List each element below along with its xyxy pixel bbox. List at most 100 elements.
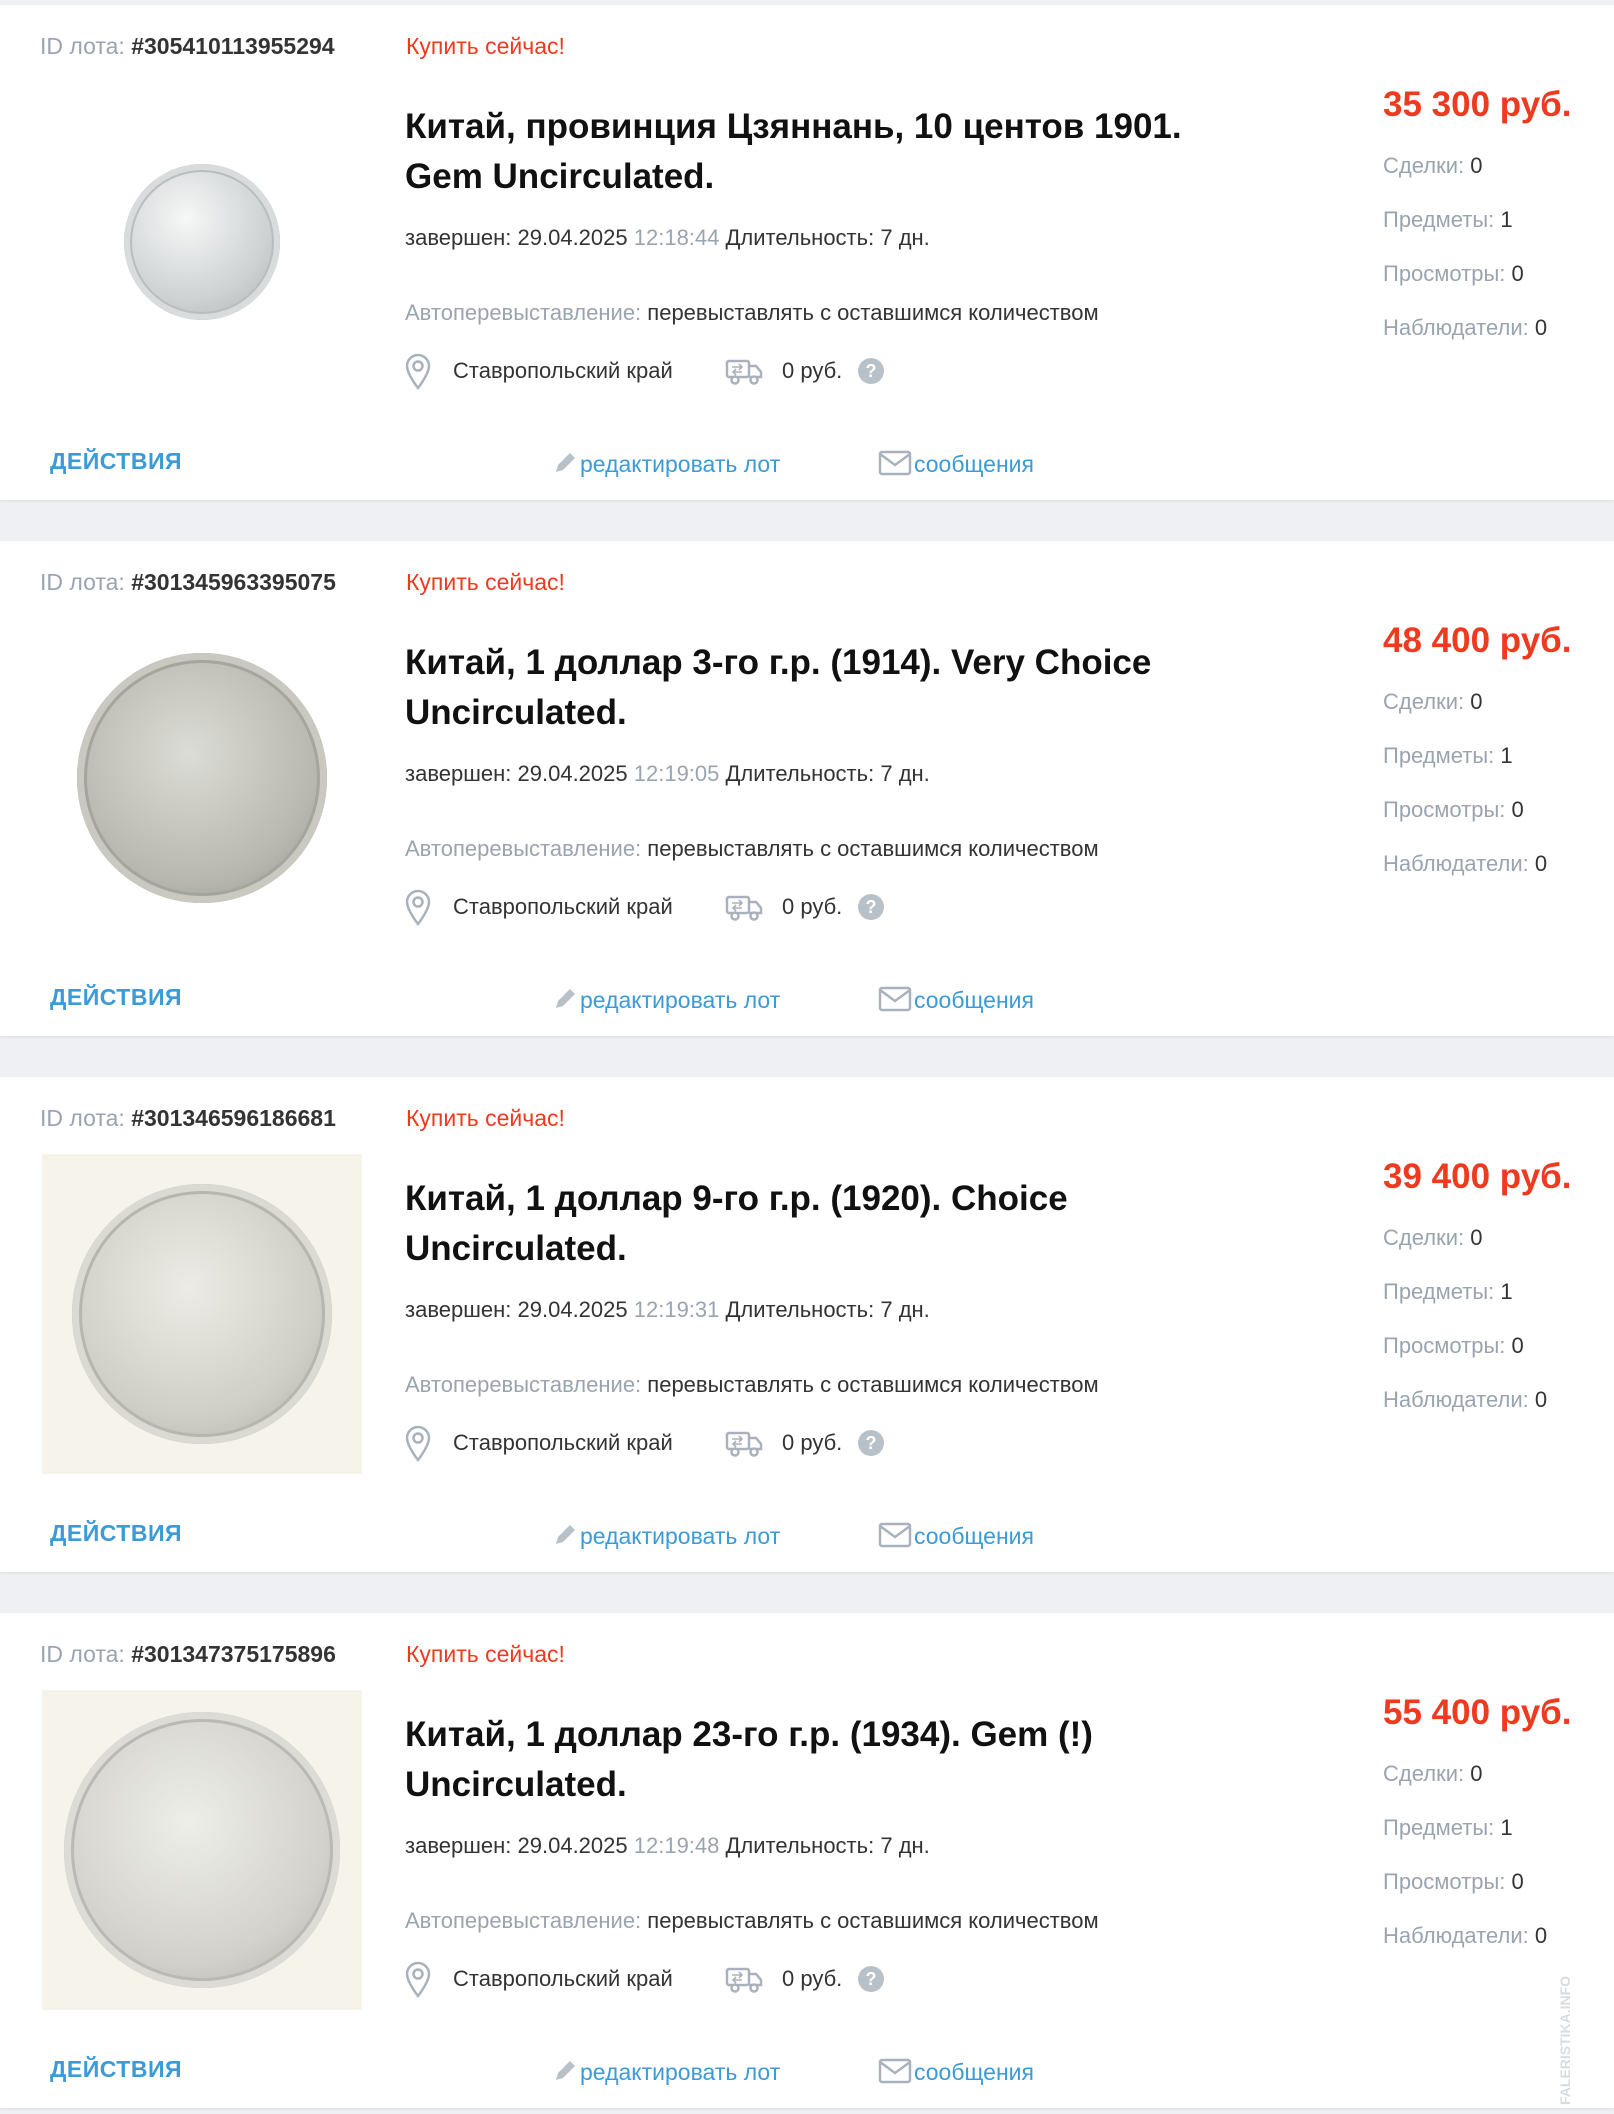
actions-menu[interactable]: ДЕЙСТВИЯ	[50, 448, 182, 475]
coin-image	[77, 653, 327, 903]
buy-now-badge: Купить сейчас!	[406, 569, 565, 595]
svg-text:?: ?	[866, 897, 877, 917]
stat-watchers: Наблюдатели: 0	[1383, 315, 1548, 340]
messages-link[interactable]: сообщения	[878, 986, 1034, 1014]
shipping-cost: 0 руб.	[782, 1966, 843, 1991]
shipping-cost: 0 руб.	[782, 894, 843, 919]
pencil-icon	[556, 1525, 575, 1544]
pencil-icon	[556, 453, 575, 472]
lot-location: Ставропольский край	[453, 1430, 673, 1455]
lot-price: 35 300 руб.	[1383, 85, 1572, 124]
lot-relist: Автоперевыставление: перевыставлять с ос…	[405, 1908, 1099, 1933]
coin-image	[64, 1712, 340, 1988]
lot-price: 48 400 руб.	[1383, 621, 1572, 660]
buy-now-badge: Купить сейчас!	[406, 33, 565, 59]
stat-deals: Сделки: 0	[1383, 1225, 1483, 1250]
lot-title[interactable]: Китай, 1 доллар 9-го г.р. (1920). Choice…	[405, 1174, 1205, 1274]
stat-deals: Сделки: 0	[1383, 689, 1483, 714]
coin-image	[72, 1184, 332, 1444]
pencil-icon	[556, 989, 575, 1008]
actions-menu[interactable]: ДЕЙСТВИЯ	[50, 1520, 182, 1547]
lot-location: Ставропольский край	[453, 1966, 673, 1991]
edit-lot-link[interactable]: редактировать лот	[552, 986, 780, 1014]
stat-watchers: Наблюдатели: 0	[1383, 851, 1548, 876]
lot-list: ID лота: #305410113955294 Купить сейчас!…	[0, 0, 1614, 2114]
actions-menu[interactable]: ДЕЙСТВИЯ	[50, 984, 182, 1011]
stat-views: Просмотры: 0	[1383, 797, 1524, 822]
map-pin-icon	[405, 1961, 431, 2005]
lot-relist: Автоперевыставление: перевыставлять с ос…	[405, 836, 1099, 861]
messages-link[interactable]: сообщения	[878, 2058, 1034, 2086]
lot-price: 39 400 руб.	[1383, 1157, 1572, 1196]
edit-lot-link[interactable]: редактировать лот	[552, 2058, 780, 2086]
envelope-icon	[878, 986, 912, 1012]
lot-card: ID лота: #301347375175896 Купить сейчас!…	[0, 1613, 1614, 2108]
envelope-icon	[878, 2058, 912, 2084]
svg-text:?: ?	[866, 361, 877, 381]
lot-image[interactable]	[42, 82, 362, 402]
lot-ended: завершен: 29.04.2025 12:19:48 Длительнос…	[405, 1833, 930, 1858]
lot-title[interactable]: Китай, 1 доллар 3-го г.р. (1914). Very C…	[405, 638, 1205, 738]
lot-ended: завершен: 29.04.2025 12:18:44 Длительнос…	[405, 225, 930, 250]
delivery-truck-icon	[725, 357, 763, 393]
stat-views: Просмотры: 0	[1383, 261, 1524, 286]
lot-location: Ставропольский край	[453, 894, 673, 919]
messages-link[interactable]: сообщения	[878, 1522, 1034, 1550]
question-circle-icon[interactable]: ?	[857, 893, 885, 927]
messages-label: сообщения	[914, 451, 1034, 477]
lot-title[interactable]: Китай, провинция Цзяннань, 10 центов 190…	[405, 102, 1205, 202]
stat-watchers: Наблюдатели: 0	[1383, 1387, 1548, 1412]
lot-price: 55 400 руб.	[1383, 1693, 1572, 1732]
buy-now-badge: Купить сейчас!	[406, 1641, 565, 1667]
edit-lot-label: редактировать лот	[580, 451, 781, 477]
lot-card: ID лота: #305410113955294 Купить сейчас!…	[0, 5, 1614, 500]
svg-text:?: ?	[866, 1969, 877, 1989]
lot-image[interactable]	[42, 1154, 362, 1474]
delivery-truck-icon	[725, 1429, 763, 1465]
svg-text:?: ?	[866, 1433, 877, 1453]
lot-image[interactable]	[42, 618, 362, 938]
shipping-cost: 0 руб.	[782, 358, 843, 383]
edit-lot-link[interactable]: редактировать лот	[552, 450, 780, 478]
lot-image[interactable]	[42, 1690, 362, 2010]
edit-lot-label: редактировать лот	[580, 2059, 781, 2085]
stat-items: Предметы: 1	[1383, 1279, 1513, 1304]
messages-label: сообщения	[914, 1523, 1034, 1549]
pencil-icon	[556, 2061, 575, 2080]
edit-lot-link[interactable]: редактировать лот	[552, 1522, 780, 1550]
actions-menu[interactable]: ДЕЙСТВИЯ	[50, 2056, 182, 2083]
shipping-cost: 0 руб.	[782, 1430, 843, 1455]
stat-items: Предметы: 1	[1383, 1815, 1513, 1840]
map-pin-icon	[405, 353, 431, 397]
stat-items: Предметы: 1	[1383, 743, 1513, 768]
question-circle-icon[interactable]: ?	[857, 357, 885, 391]
coin-image	[124, 164, 280, 320]
lot-id: ID лота: #301346596186681	[40, 1105, 336, 1131]
messages-label: сообщения	[914, 987, 1034, 1013]
envelope-icon	[878, 450, 912, 476]
stat-deals: Сделки: 0	[1383, 153, 1483, 178]
lot-card: ID лота: #301345963395075 Купить сейчас!…	[0, 541, 1614, 1036]
map-pin-icon	[405, 889, 431, 933]
question-circle-icon[interactable]: ?	[857, 1965, 885, 1999]
lot-ended: завершен: 29.04.2025 12:19:31 Длительнос…	[405, 1297, 930, 1322]
lot-id: ID лота: #301347375175896	[40, 1641, 336, 1667]
lot-ended: завершен: 29.04.2025 12:19:05 Длительнос…	[405, 761, 930, 786]
stat-deals: Сделки: 0	[1383, 1761, 1483, 1786]
stat-items: Предметы: 1	[1383, 207, 1513, 232]
lot-relist: Автоперевыставление: перевыставлять с ос…	[405, 300, 1099, 325]
delivery-truck-icon	[725, 893, 763, 929]
buy-now-badge: Купить сейчас!	[406, 1105, 565, 1131]
envelope-icon	[878, 1522, 912, 1548]
messages-label: сообщения	[914, 2059, 1034, 2085]
lot-card: ID лота: #301346596186681 Купить сейчас!…	[0, 1077, 1614, 1572]
stat-views: Просмотры: 0	[1383, 1333, 1524, 1358]
question-circle-icon[interactable]: ?	[857, 1429, 885, 1463]
edit-lot-label: редактировать лот	[580, 1523, 781, 1549]
lot-title[interactable]: Китай, 1 доллар 23-го г.р. (1934). Gem (…	[405, 1710, 1205, 1810]
stat-views: Просмотры: 0	[1383, 1869, 1524, 1894]
messages-link[interactable]: сообщения	[878, 450, 1034, 478]
lot-location: Ставропольский край	[453, 358, 673, 383]
delivery-truck-icon	[725, 1965, 763, 2001]
map-pin-icon	[405, 1425, 431, 1469]
